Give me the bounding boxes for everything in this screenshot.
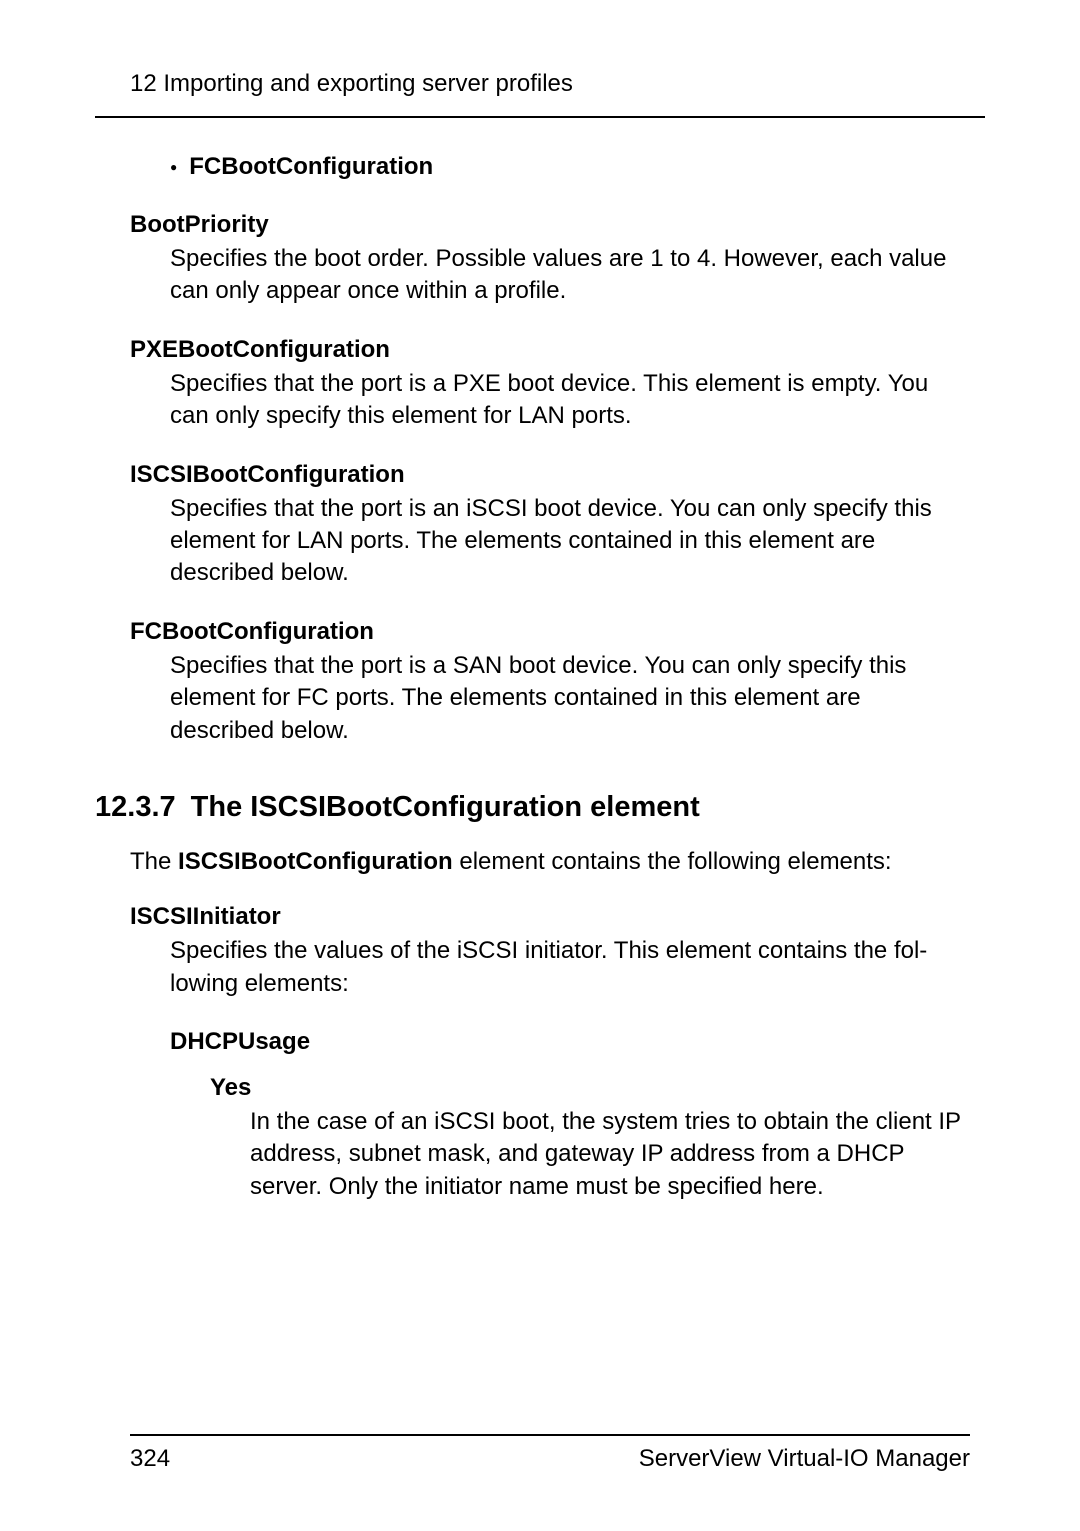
definition-description: Specifies that the port is an iSCSI boot… <box>170 493 970 590</box>
definition-block: BootPriority Specifies the boot order. P… <box>130 211 970 308</box>
definition-description: Specifies that the port is a PXE boot de… <box>170 368 970 433</box>
definition-block: ISCSIBootConfiguration Specifies that th… <box>130 461 970 590</box>
section-title: The ISCSIBootConfiguration element <box>191 791 700 824</box>
definition-block: PXEBootConfiguration Specifies that the … <box>130 336 970 433</box>
intro-suffix: element contains the following elements: <box>453 848 892 875</box>
intro-bold-term: ISCSIBootConfiguration <box>178 848 453 875</box>
bullet-label: FCBootConfiguration <box>189 153 433 181</box>
definition-block: FCBootConfiguration Specifies that the p… <box>130 618 970 747</box>
nested-deeper-term: Yes <box>210 1074 970 1102</box>
bullet-marker-icon: ● <box>170 160 177 174</box>
definition-description: Specifies that the port is a SAN boot de… <box>170 650 970 747</box>
nested-term: DHCPUsage <box>170 1028 970 1056</box>
bullet-item: ● FCBootConfiguration <box>170 153 970 181</box>
header-divider <box>95 116 985 118</box>
page-number: 324 <box>130 1445 170 1473</box>
definition-term: BootPriority <box>130 211 970 239</box>
definition-term: ISCSIBootConfiguration <box>130 461 970 489</box>
product-name: ServerView Virtual-IO Manager <box>639 1445 970 1473</box>
section-content: The ISCSIBootConfiguration element conta… <box>95 846 985 1203</box>
nested-definition-block: DHCPUsage Yes In the case of an iSCSI bo… <box>170 1028 970 1203</box>
content-area: ● FCBootConfiguration BootPriority Speci… <box>95 153 985 747</box>
nested-deeper-block: Yes In the case of an iSCSI boot, the sy… <box>210 1074 970 1203</box>
nested-deeper-description: In the case of an iSCSI boot, the system… <box>250 1106 970 1203</box>
definition-term: FCBootConfiguration <box>130 618 970 646</box>
definition-description: Specifies the values of the iSCSI initia… <box>170 935 970 1000</box>
section-intro: The ISCSIBootConfiguration element conta… <box>130 846 970 878</box>
footer-divider <box>130 1434 970 1436</box>
intro-prefix: The <box>130 848 178 875</box>
definition-term: PXEBootConfiguration <box>130 336 970 364</box>
chapter-title: 12 Importing and exporting server profil… <box>130 70 985 98</box>
section-heading: 12.3.7 The ISCSIBootConfiguration elemen… <box>95 791 985 824</box>
page-footer: 324 ServerView Virtual-IO Manager <box>130 1445 970 1473</box>
page-header: 12 Importing and exporting server profil… <box>95 70 985 118</box>
definition-block: ISCSIInitiator Specifies the values of t… <box>130 903 970 1203</box>
definition-description: Specifies the boot order. Possible value… <box>170 243 970 308</box>
definition-term: ISCSIInitiator <box>130 903 970 931</box>
section-number: 12.3.7 <box>95 791 176 824</box>
